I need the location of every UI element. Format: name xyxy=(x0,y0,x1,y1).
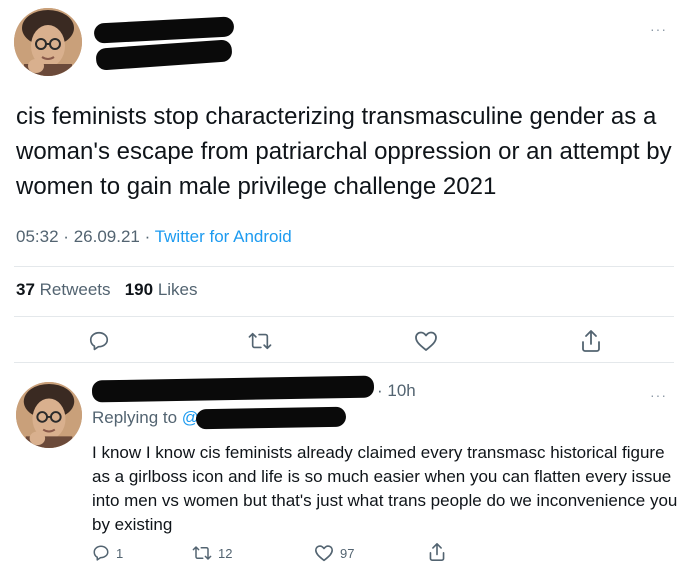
reply-text: I know I know cis feminists already clai… xyxy=(92,443,678,534)
replying-to-label: Replying to xyxy=(92,408,178,427)
reply-icon xyxy=(89,331,109,351)
avatar-photo xyxy=(14,8,82,76)
replying-to-line: Replying to @ xyxy=(92,408,199,428)
retweet-icon xyxy=(248,332,272,350)
likes-count: 190 xyxy=(124,280,154,299)
redacted-handle xyxy=(95,39,233,71)
divider xyxy=(14,316,674,317)
reply-author-avatar[interactable] xyxy=(16,382,82,448)
retweet-count: 12 xyxy=(218,545,233,561)
likes-stat[interactable]: 190 Likes xyxy=(125,280,198,299)
retweets-count: 37 xyxy=(16,280,35,299)
heart-icon xyxy=(415,331,437,351)
reply-time[interactable]: · 10h xyxy=(377,381,416,401)
meta-separator: · xyxy=(63,227,69,246)
heart-icon xyxy=(315,545,333,562)
main-tweet: ··· cis feminists stop characterizing tr… xyxy=(0,0,680,363)
retweet-icon xyxy=(192,546,212,560)
tweet-source-link[interactable]: Twitter for Android xyxy=(155,227,292,246)
meta-separator: · xyxy=(144,227,151,246)
redacted-reply-name xyxy=(91,375,375,403)
tweet-date[interactable]: 26.09.21 xyxy=(74,227,140,246)
share-button[interactable] xyxy=(428,542,446,562)
likes-label: Likes xyxy=(157,280,198,299)
tweet-time[interactable]: 05:32 xyxy=(16,227,59,246)
like-button[interactable] xyxy=(414,330,438,352)
tweet-stats: 37 Retweets 190 Likes xyxy=(16,280,198,300)
retweets-stat[interactable]: 37 Retweets xyxy=(16,280,111,299)
reply-icon xyxy=(93,545,109,561)
reply-button[interactable] xyxy=(88,330,110,352)
reply-count: 1 xyxy=(116,545,124,561)
retweet-button[interactable]: 12 xyxy=(192,544,232,562)
like-count: 97 xyxy=(340,545,355,561)
share-icon xyxy=(429,542,445,561)
more-horizontal-icon[interactable]: ··· xyxy=(650,388,667,402)
tweet-text: cis feminists stop characterizing transm… xyxy=(16,103,672,200)
share-icon xyxy=(582,330,600,352)
redacted-replying-to-handle xyxy=(195,406,347,430)
avatar-photo xyxy=(16,382,82,448)
retweet-button[interactable] xyxy=(248,330,272,352)
reply-button[interactable]: 1 xyxy=(92,544,123,562)
like-button[interactable]: 97 xyxy=(314,544,354,562)
tweet-metadata: 05:32 · 26.09.21 · Twitter for Android xyxy=(16,227,292,247)
more-horizontal-icon[interactable]: ··· xyxy=(650,22,667,36)
retweets-label: Retweets xyxy=(39,280,111,299)
divider xyxy=(14,362,674,363)
divider xyxy=(14,266,674,267)
share-button[interactable] xyxy=(580,329,602,353)
author-avatar[interactable] xyxy=(14,8,82,76)
